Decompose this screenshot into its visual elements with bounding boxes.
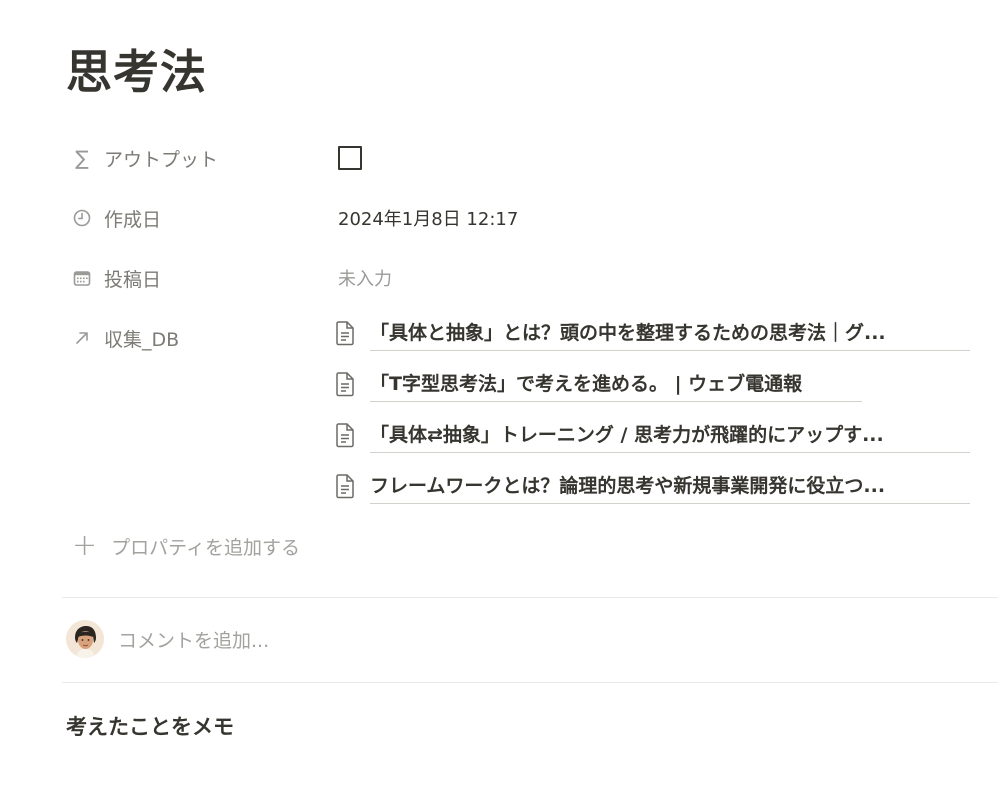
property-label: 作成日 xyxy=(104,208,162,231)
divider xyxy=(62,597,998,598)
property-name-posted[interactable]: 投稿日 xyxy=(72,258,161,298)
property-label: アウトプット xyxy=(104,148,219,171)
page-icon xyxy=(334,422,356,448)
posted-date-value[interactable]: 未入力 xyxy=(338,258,392,298)
avatar xyxy=(66,620,104,658)
property-row-created: 作成日 2024年1月8日 12:17 xyxy=(62,198,992,238)
relation-link[interactable]: 「具体⇄抽象」トレーニング / 思考力が飛躍的にアップす... xyxy=(370,422,970,453)
clock-icon xyxy=(72,208,92,228)
page-title[interactable]: 思考法 xyxy=(66,40,207,104)
collection-relation-list: 「具体と抽象」とは？頭の中を整理するための思考法｜グ... 「T字型思考法」で考… xyxy=(334,316,984,520)
add-property-button[interactable]: + プロパティを追加する xyxy=(72,526,300,566)
notion-page: 思考法 ∑ アウトプット 作成日 2024年1月8日 12:17 投稿日 未入力 xyxy=(0,0,1005,795)
property-label: 投稿日 xyxy=(104,268,162,291)
page-icon xyxy=(334,371,356,397)
output-checkbox[interactable] xyxy=(338,146,362,170)
relation-link[interactable]: フレームワークとは？論理的思考や新規事業開発に役立つ... xyxy=(370,473,970,504)
arrow-up-right-icon xyxy=(72,328,92,348)
relation-item[interactable]: 「具体と抽象」とは？頭の中を整理するための思考法｜グ... xyxy=(334,316,984,367)
comment-input[interactable]: コメントを追加... xyxy=(118,626,269,653)
body-text-block[interactable]: 考えたことをメモ xyxy=(66,711,234,741)
property-name-collection[interactable]: 収集_DB xyxy=(72,318,179,358)
relation-link[interactable]: 「T字型思考法」で考えを進める。 | ウェブ電通報 xyxy=(370,371,862,402)
page-icon xyxy=(334,473,356,499)
comment-row[interactable]: コメントを追加... xyxy=(66,619,269,659)
created-date-value: 2024年1月8日 12:17 xyxy=(338,209,519,230)
relation-link[interactable]: 「具体と抽象」とは？頭の中を整理するための思考法｜グ... xyxy=(370,320,970,351)
relation-item[interactable]: 「具体⇄抽象」トレーニング / 思考力が飛躍的にアップす... xyxy=(334,418,984,469)
property-label: 収集_DB xyxy=(104,328,180,351)
plus-icon: + xyxy=(72,528,98,563)
page-icon xyxy=(334,320,356,346)
property-name-created[interactable]: 作成日 xyxy=(72,198,161,238)
add-property-label: プロパティを追加する xyxy=(111,536,301,559)
property-value-output[interactable] xyxy=(338,138,362,178)
property-name-output[interactable]: ∑ アウトプット xyxy=(72,138,218,178)
sigma-icon: ∑ xyxy=(75,146,89,170)
property-row-output: ∑ アウトプット xyxy=(62,138,992,178)
divider xyxy=(62,682,998,683)
property-row-posted: 投稿日 未入力 xyxy=(62,258,992,298)
calendar-icon xyxy=(72,268,92,288)
relation-item[interactable]: 「T字型思考法」で考えを進める。 | ウェブ電通報 xyxy=(334,367,984,418)
relation-item[interactable]: フレームワークとは？論理的思考や新規事業開発に役立つ... xyxy=(334,469,984,520)
